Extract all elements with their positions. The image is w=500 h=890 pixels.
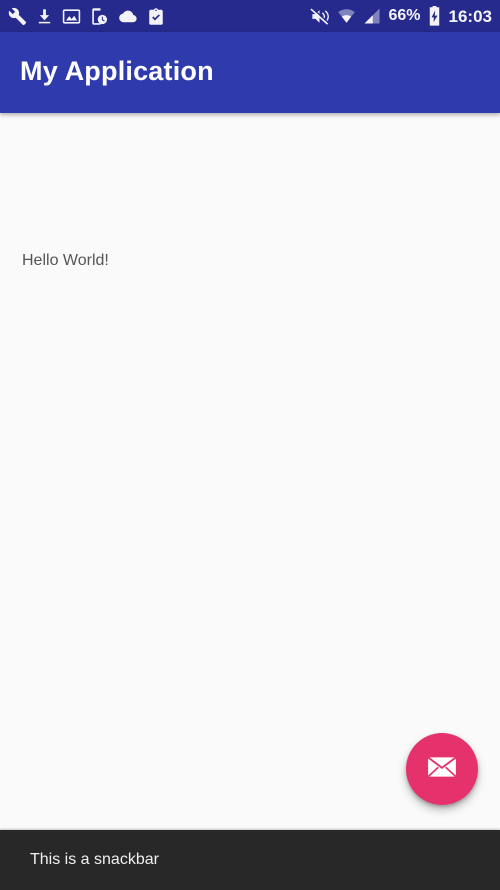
status-bar-notification-icons: [8, 7, 165, 26]
wifi-icon: [337, 7, 356, 25]
hello-world-label: Hello World!: [22, 252, 109, 269]
phone-screen: 66% 16:03 My Application Hello World! Th…: [0, 0, 500, 890]
device-clock-icon: [90, 7, 108, 26]
image-icon: [62, 7, 81, 26]
snackbar[interactable]: This is a snackbar: [0, 830, 500, 890]
status-bar-system-icons: 66% 16:03: [309, 5, 492, 27]
envelope-icon: [425, 750, 459, 789]
app-bar: My Application: [0, 32, 500, 113]
download-icon: [36, 7, 53, 26]
wrench-icon: [8, 7, 27, 26]
status-bar[interactable]: 66% 16:03: [0, 0, 500, 32]
clipboard-check-icon: [147, 7, 165, 26]
clock-label: 16:03: [448, 6, 492, 26]
vibrate-mute-icon: [309, 6, 330, 26]
content-area: Hello World!: [0, 113, 500, 830]
cloud-icon: [117, 7, 138, 26]
cellular-signal-icon: [363, 7, 381, 25]
snackbar-message: This is a snackbar: [30, 851, 159, 869]
battery-percent-label: 66%: [388, 7, 421, 24]
page-title: My Application: [20, 56, 214, 86]
email-fab[interactable]: [406, 733, 478, 805]
battery-charging-icon: [428, 5, 441, 27]
